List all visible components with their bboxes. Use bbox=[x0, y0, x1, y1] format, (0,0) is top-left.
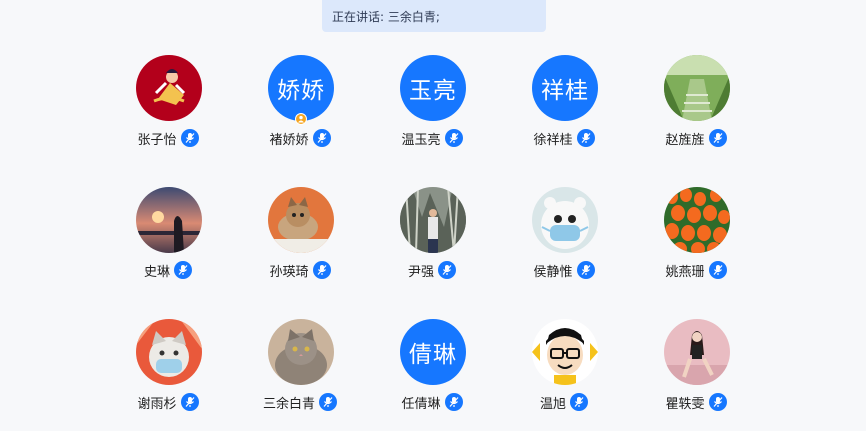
participant-tile[interactable]: 姚燕珊 bbox=[630, 187, 762, 297]
kitten-photo-avatar[interactable] bbox=[268, 187, 334, 253]
avatar-initials[interactable]: 倩琳 bbox=[400, 319, 466, 385]
mic-muted-icon[interactable] bbox=[312, 129, 331, 147]
avatar-wrapper: 祥桂 bbox=[532, 55, 598, 121]
participant-tile[interactable]: 孙瑛琦 bbox=[234, 187, 366, 297]
participant-name: 姚燕珊 bbox=[665, 264, 705, 280]
participant-name-row: 任倩琳 bbox=[366, 392, 498, 412]
avatar-initials[interactable]: 玉亮 bbox=[400, 55, 466, 121]
garden-photo-avatar[interactable] bbox=[664, 55, 730, 121]
participant-name-row: 谢雨杉 bbox=[102, 392, 234, 412]
mic-muted-icon[interactable] bbox=[319, 393, 337, 411]
participant-tile[interactable]: 瞿轶雯 bbox=[630, 319, 762, 429]
mic-muted-icon[interactable] bbox=[576, 261, 595, 279]
masked-cat-avatar[interactable] bbox=[136, 319, 202, 385]
participant-name-row: 三余白青 bbox=[234, 392, 366, 412]
participant-name-row: 褚娇娇 bbox=[234, 128, 366, 148]
participant-name-row: 孙瑛琦 bbox=[234, 260, 366, 280]
participant-tile[interactable]: 史琳 bbox=[102, 187, 234, 297]
participant-name: 张子怡 bbox=[137, 132, 177, 148]
avatar-wrapper bbox=[136, 187, 202, 253]
mic-muted-icon[interactable] bbox=[570, 393, 588, 411]
red-illustration-avatar[interactable] bbox=[136, 55, 202, 121]
avatar-wrapper bbox=[136, 319, 202, 385]
participant-name: 史琳 bbox=[143, 264, 170, 280]
participant-name: 徐祥桂 bbox=[533, 132, 573, 148]
mic-muted-icon[interactable] bbox=[438, 261, 456, 279]
participant-name: 任倩琳 bbox=[401, 396, 441, 412]
avatar-wrapper bbox=[268, 319, 334, 385]
participant-tile[interactable]: 赵旌旌 bbox=[630, 55, 762, 165]
mic-muted-icon[interactable] bbox=[444, 393, 463, 411]
mic-muted-icon[interactable] bbox=[180, 129, 199, 147]
avatar-wrapper bbox=[400, 187, 466, 253]
participant-tile[interactable]: 尹强 bbox=[366, 187, 498, 297]
participant-name: 侯静惟 bbox=[533, 264, 573, 280]
participant-name-row: 尹强 bbox=[366, 260, 498, 280]
mic-muted-icon[interactable] bbox=[708, 129, 727, 147]
participant-name: 赵旌旌 bbox=[665, 132, 705, 148]
participant-tile[interactable]: 谢雨杉 bbox=[102, 319, 234, 429]
mic-muted-icon[interactable] bbox=[708, 261, 727, 279]
tulips-photo-avatar[interactable] bbox=[664, 187, 730, 253]
participant-name-row: 瞿轶雯 bbox=[630, 392, 762, 412]
participant-name: 谢雨杉 bbox=[137, 396, 177, 412]
avatar-wrapper bbox=[532, 319, 598, 385]
woman-photo-avatar[interactable] bbox=[664, 319, 730, 385]
participant-name-row: 史琳 bbox=[102, 260, 234, 280]
mic-muted-icon[interactable] bbox=[174, 261, 192, 279]
mic-muted-icon[interactable] bbox=[708, 393, 727, 411]
sunset-girl-photo-avatar[interactable] bbox=[136, 187, 202, 253]
speaking-text: 正在讲话: 三余白青; bbox=[332, 9, 440, 24]
participant-name-row: 温旭 bbox=[498, 392, 630, 412]
cartoon-boy-avatar[interactable] bbox=[532, 319, 598, 385]
mic-muted-icon[interactable] bbox=[180, 393, 199, 411]
avatar-wrapper bbox=[532, 187, 598, 253]
participant-name-row: 徐祥桂 bbox=[498, 128, 630, 148]
participant-name-row: 侯静惟 bbox=[498, 260, 630, 280]
participant-name-row: 姚燕珊 bbox=[630, 260, 762, 280]
avatar-wrapper bbox=[664, 187, 730, 253]
avatar-wrapper: 娇娇 bbox=[268, 55, 334, 125]
participant-name-row: 温玉亮 bbox=[366, 128, 498, 148]
participant-tile[interactable]: 倩琳 任倩琳 bbox=[366, 319, 498, 429]
avatar-wrapper: 倩琳 bbox=[400, 319, 466, 385]
speaking-indicator: 正在讲话: 三余白青; bbox=[322, 0, 546, 32]
masked-bear-avatar[interactable] bbox=[532, 187, 598, 253]
participant-name: 尹强 bbox=[407, 264, 434, 280]
participant-name-row: 张子怡 bbox=[102, 128, 234, 148]
participant-tile[interactable]: 张子怡 bbox=[102, 55, 234, 165]
host-badge-icon bbox=[295, 113, 307, 125]
avatar-wrapper bbox=[664, 319, 730, 385]
avatar-initials[interactable]: 娇娇 bbox=[268, 55, 334, 121]
participant-name: 温玉亮 bbox=[401, 132, 441, 148]
participant-name: 孙瑛琦 bbox=[269, 264, 309, 280]
gray-cat-photo-avatar[interactable] bbox=[268, 319, 334, 385]
avatar-wrapper bbox=[136, 55, 202, 121]
avatar-wrapper bbox=[664, 55, 730, 121]
avatar-wrapper bbox=[268, 187, 334, 253]
participant-name-row: 赵旌旌 bbox=[630, 128, 762, 148]
avatar-initials[interactable]: 祥桂 bbox=[532, 55, 598, 121]
participant-tile[interactable]: 娇娇 褚娇娇 bbox=[234, 55, 366, 165]
mic-muted-icon[interactable] bbox=[444, 129, 463, 147]
participant-tile[interactable]: 侯静惟 bbox=[498, 187, 630, 297]
mic-muted-icon[interactable] bbox=[576, 129, 595, 147]
participant-tile[interactable]: 祥桂 徐祥桂 bbox=[498, 55, 630, 165]
mic-muted-icon[interactable] bbox=[312, 261, 331, 279]
participant-name: 瞿轶雯 bbox=[665, 396, 705, 412]
participant-name: 褚娇娇 bbox=[269, 132, 309, 148]
participant-tile[interactable]: 三余白青 bbox=[234, 319, 366, 429]
avatar-wrapper: 玉亮 bbox=[400, 55, 466, 121]
participant-tile[interactable]: 温旭 bbox=[498, 319, 630, 429]
participant-name: 三余白青 bbox=[262, 396, 315, 412]
participant-tile[interactable]: 玉亮 温玉亮 bbox=[366, 55, 498, 165]
mountain-photo-avatar[interactable] bbox=[400, 187, 466, 253]
participant-name: 温旭 bbox=[539, 396, 566, 412]
